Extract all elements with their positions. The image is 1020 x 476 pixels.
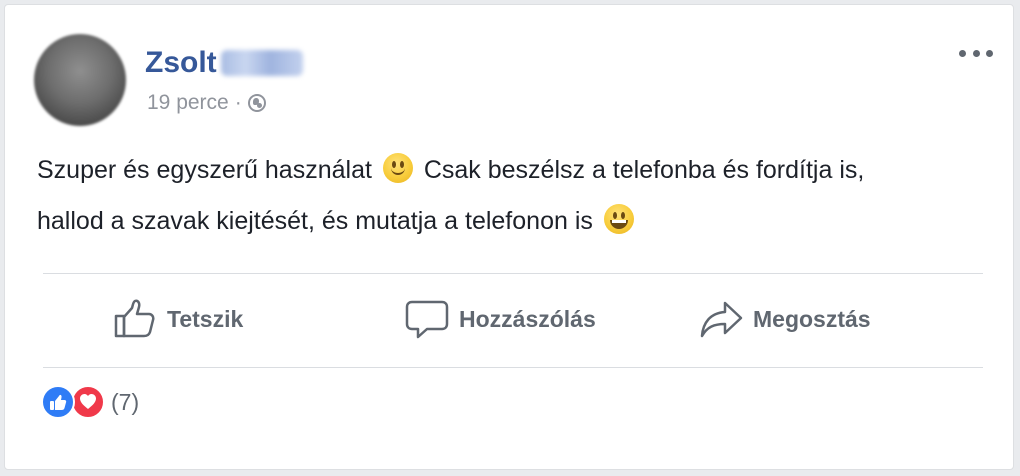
share-arrow-icon: [700, 301, 743, 338]
comment-label: Hozzászólás: [459, 305, 596, 332]
slightly-smiling-face-icon: [382, 153, 413, 183]
author-surname-blurred: [220, 50, 303, 76]
meta-separator: ·: [234, 91, 242, 114]
globe-icon[interactable]: [247, 94, 266, 112]
more-options-button[interactable]: [959, 43, 993, 63]
divider: [43, 367, 983, 368]
share-button[interactable]: Megosztás: [699, 297, 871, 341]
post-text-line: hallod a szavak kiejtését, és mutatja a …: [37, 196, 997, 247]
post-timestamp[interactable]: 19 perce: [147, 91, 229, 115]
share-label: Megosztás: [753, 305, 871, 332]
avatar[interactable]: [34, 34, 126, 126]
post-text-segment: Csak beszélsz a telefonba és fordítja is…: [423, 156, 865, 184]
thumbs-up-icon: [114, 299, 155, 338]
dot-icon: [986, 49, 993, 57]
divider: [43, 273, 983, 274]
post-text-line: Szuper és egyszerű használat Csak beszél…: [37, 145, 997, 196]
like-reaction-icon: [41, 385, 75, 419]
love-reaction-icon: [71, 385, 105, 419]
like-label: Tetszik: [167, 305, 244, 332]
dot-icon: [972, 49, 980, 57]
like-button[interactable]: Tetszik: [113, 297, 243, 341]
reactions-summary[interactable]: (7): [41, 385, 139, 419]
post-text-segment: hallod a szavak kiejtését, és mutatja a …: [37, 207, 593, 235]
author-row: Zsolt: [145, 43, 303, 83]
reaction-count: (7): [111, 388, 140, 415]
post-meta: 19 perce ·: [147, 89, 266, 117]
post-text-segment: Szuper és egyszerű használat: [37, 156, 372, 184]
author-name[interactable]: Zsolt: [145, 46, 217, 80]
post-card: Zsolt 19 perce · Szuper és egyszerű hasz…: [4, 4, 1014, 470]
post-body: Szuper és egyszerű használat Csak beszél…: [37, 145, 997, 247]
comment-bubble-icon: [405, 300, 449, 339]
grinning-face-icon: [603, 204, 634, 234]
comment-button[interactable]: Hozzászólás: [405, 297, 596, 341]
dot-icon: [959, 49, 966, 57]
